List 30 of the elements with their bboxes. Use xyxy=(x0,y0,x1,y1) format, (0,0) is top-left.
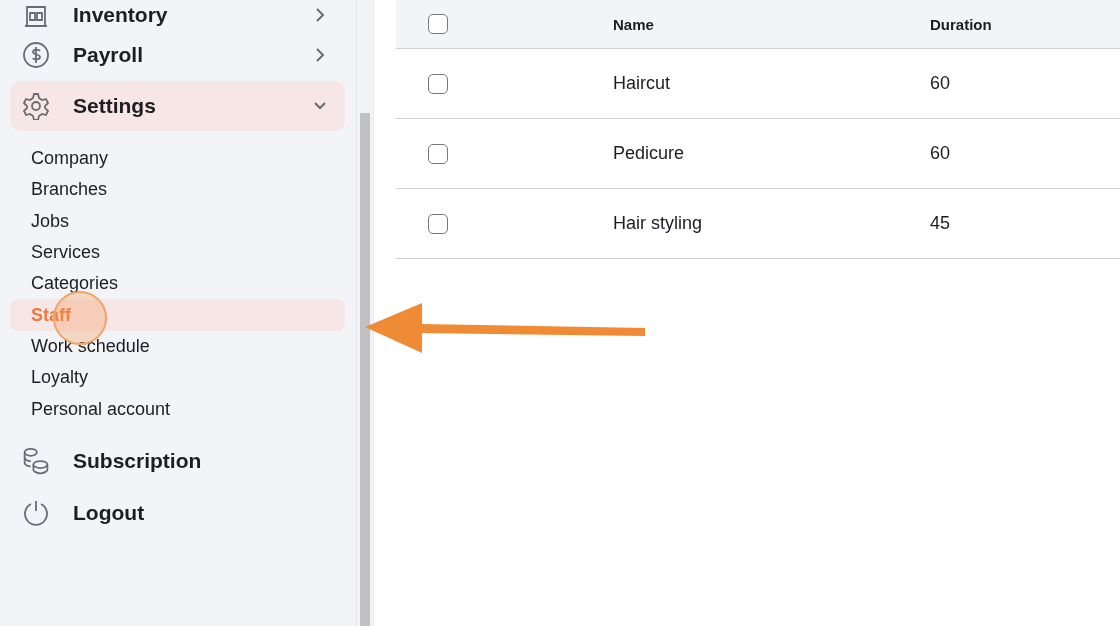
table-cell-text: 60 xyxy=(930,143,952,164)
checkbox[interactable] xyxy=(428,14,448,34)
dollar-icon xyxy=(22,41,50,69)
submenu-item[interactable]: Jobs xyxy=(10,205,345,237)
column-header: Duration xyxy=(930,15,993,33)
coins-icon xyxy=(22,446,50,475)
column-header: Name xyxy=(613,15,655,33)
table-cell-text: 60 xyxy=(930,73,952,94)
gear-icon xyxy=(22,92,50,120)
checkbox[interactable] xyxy=(428,143,448,164)
table-cell-text: 45 xyxy=(930,213,952,234)
nav-item[interactable]: Logout xyxy=(10,486,345,539)
submenu-item[interactable]: Loyalty xyxy=(10,362,345,394)
submenu-item[interactable]: Services xyxy=(10,236,345,269)
submenu-item[interactable]: Personal account xyxy=(10,393,345,425)
submenu-item[interactable]: Categories xyxy=(10,268,345,300)
nav-item[interactable]: Payroll xyxy=(10,29,345,81)
submenu-item[interactable]: Work schedule xyxy=(10,330,345,363)
table-cell-text: Pedicure xyxy=(613,143,686,164)
scrollbar-thumb[interactable] xyxy=(360,113,370,626)
submenu-item[interactable]: Branches xyxy=(10,174,345,206)
power-icon xyxy=(22,498,50,527)
table-cell-text: Hair styling xyxy=(613,213,704,234)
nav-item[interactable]: Inventory xyxy=(10,0,345,29)
submenu-item[interactable]: Company xyxy=(10,143,345,175)
nav-item[interactable]: Settings xyxy=(10,81,345,131)
table-cell-text: Haircut xyxy=(613,73,671,94)
checkbox[interactable] xyxy=(428,213,448,234)
checkbox[interactable] xyxy=(428,73,448,94)
nav-item[interactable]: Subscription xyxy=(10,434,345,487)
